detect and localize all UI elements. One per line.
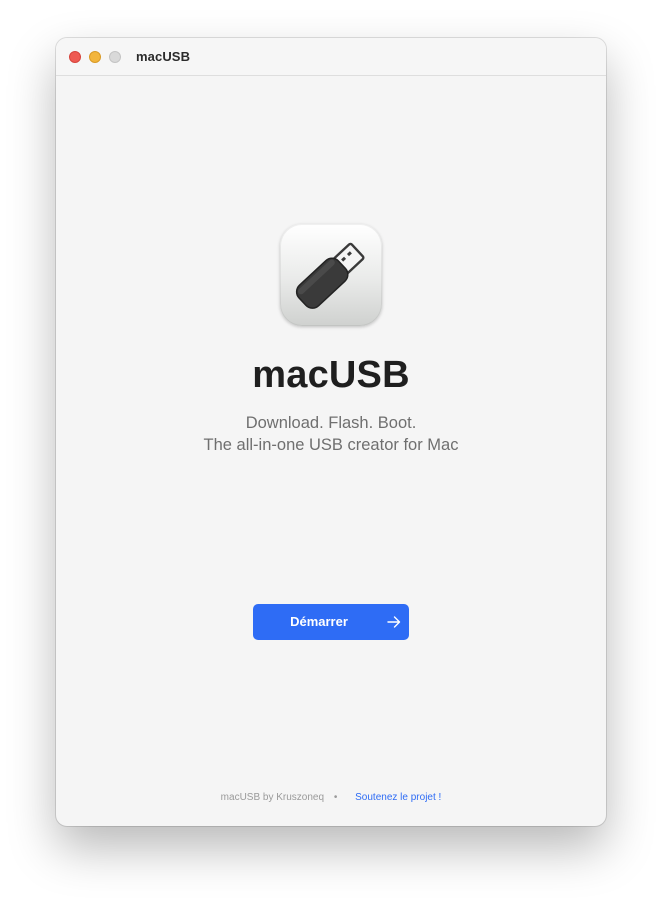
app-name-heading: macUSB — [252, 354, 410, 396]
desktop: macUSB macUSB Download. Flash. Boot. The… — [0, 0, 662, 900]
support-project-link[interactable]: Soutenez le projet ! — [355, 792, 441, 803]
minimize-window-button[interactable] — [89, 51, 101, 63]
footer-credit: macUSB by Kruszoneq — [220, 792, 325, 803]
app-window: macUSB macUSB Download. Flash. Boot. The… — [56, 38, 606, 826]
usb-drive-icon — [280, 224, 382, 326]
zoom-window-button — [109, 51, 121, 63]
start-button-label: Démarrer — [290, 614, 348, 629]
tagline-line-2: The all-in-one USB creator for Mac — [203, 436, 459, 454]
arrow-right-icon — [387, 615, 401, 629]
start-button[interactable]: Démarrer — [253, 604, 409, 640]
tagline-line-1: Download. Flash. Boot. — [245, 414, 417, 432]
window-title: macUSB — [136, 49, 191, 64]
title-bar[interactable]: macUSB — [56, 38, 606, 76]
footer-separator: • — [333, 792, 338, 803]
close-window-button[interactable] — [69, 51, 81, 63]
footer: macUSB by Kruszoneq • Soutenez le projet… — [56, 792, 606, 803]
